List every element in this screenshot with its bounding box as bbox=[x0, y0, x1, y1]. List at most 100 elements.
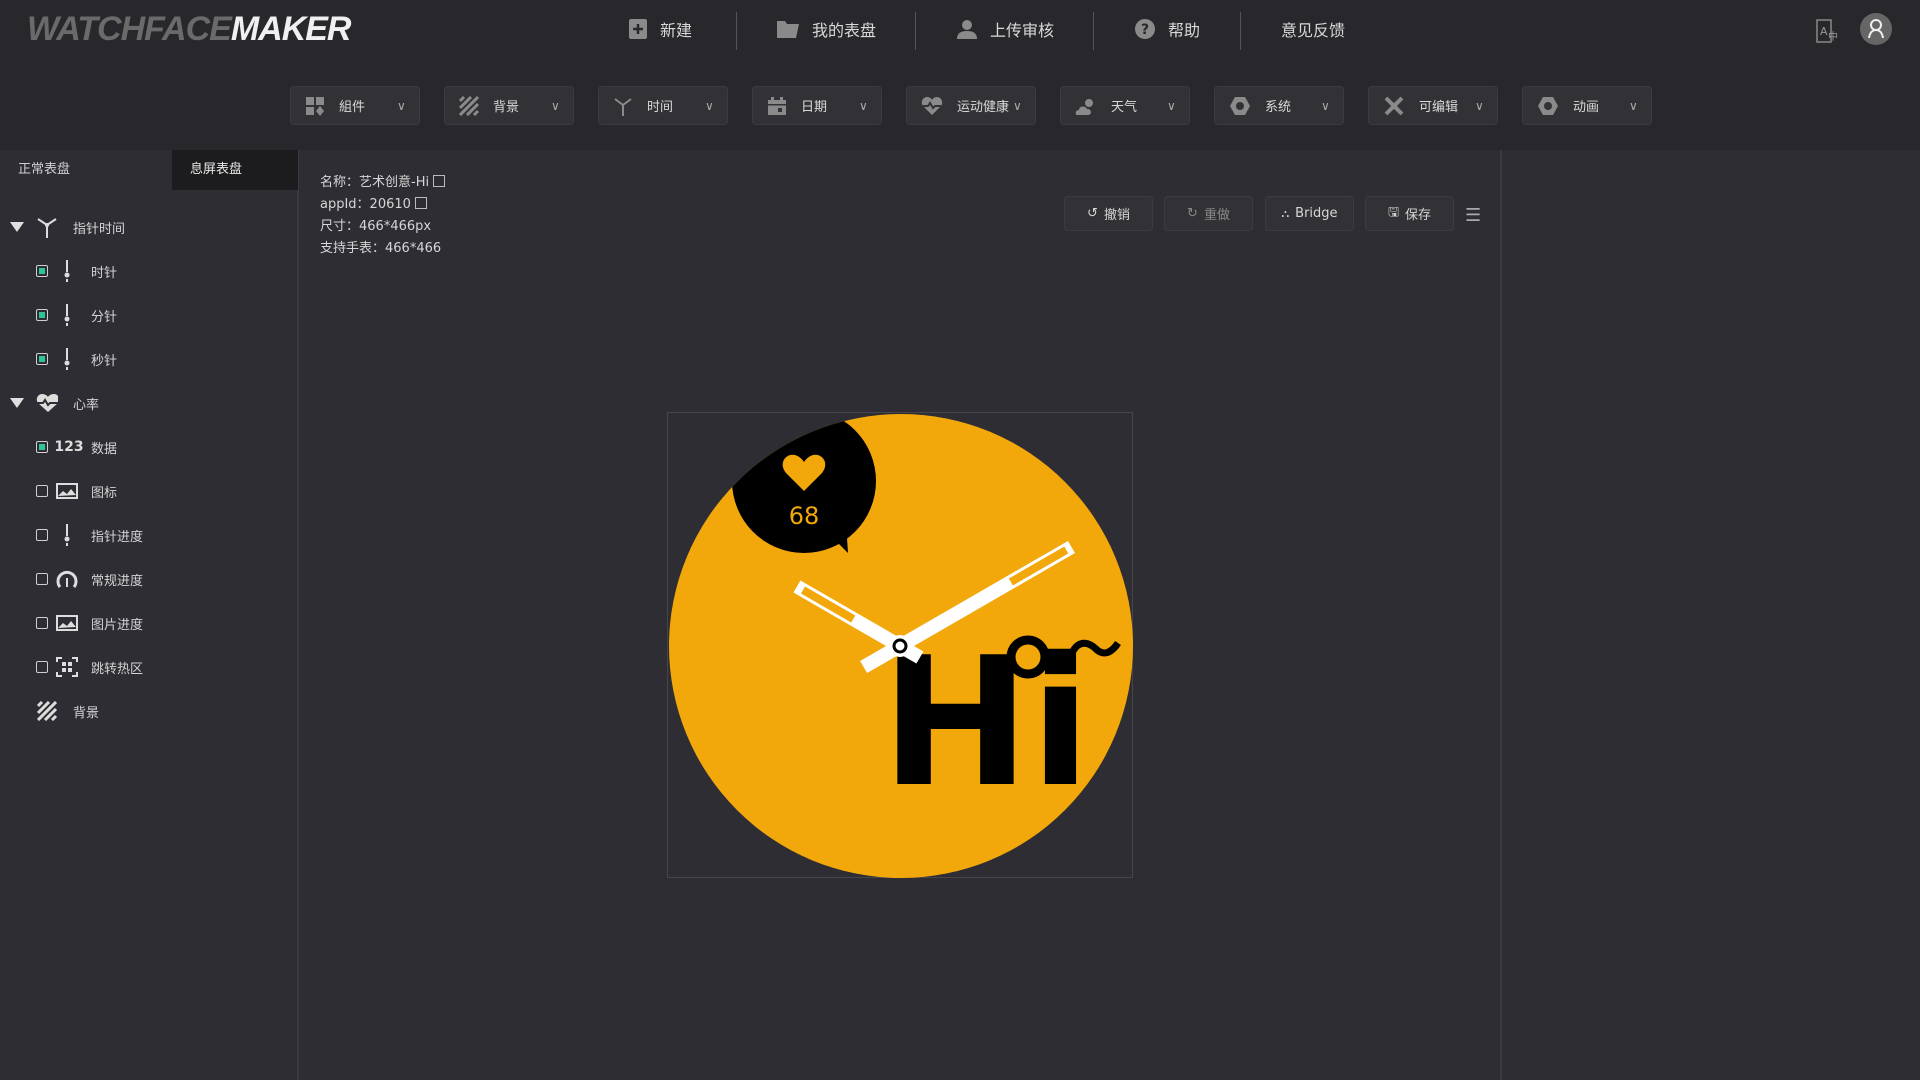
tools-icon bbox=[1384, 96, 1404, 115]
toolbar-background[interactable]: 背景 ∨ bbox=[444, 86, 574, 125]
tree-item-regular-progress[interactable]: 常规进度 bbox=[0, 564, 290, 594]
edit-icon[interactable] bbox=[433, 175, 446, 187]
toolbar-editable[interactable]: 可编辑 ∨ bbox=[1368, 86, 1498, 125]
checkbox[interactable] bbox=[36, 485, 48, 497]
hex-icon bbox=[1538, 96, 1558, 115]
save-icon: 🖫 bbox=[1387, 204, 1400, 220]
tree-item-second-hand[interactable]: 秒针 bbox=[0, 344, 290, 374]
bridge-button[interactable]: ⛬ Bridge bbox=[1265, 196, 1354, 231]
svg-text:?: ? bbox=[1141, 22, 1149, 38]
toolbar-date[interactable]: 日期 ∨ bbox=[752, 86, 882, 125]
center-pin bbox=[889, 635, 911, 657]
checkbox[interactable] bbox=[36, 661, 48, 673]
background-icon bbox=[459, 95, 479, 116]
undo-icon: ↺ bbox=[1087, 206, 1098, 221]
checkbox[interactable] bbox=[36, 573, 48, 585]
undo-button[interactable]: ↺ 撤销 bbox=[1064, 196, 1153, 231]
nav-upload-review[interactable]: 上传审核 bbox=[956, 16, 1054, 42]
toolbar-weather[interactable]: 天气 ∨ bbox=[1060, 86, 1190, 125]
save-button[interactable]: 🖫 保存 bbox=[1365, 196, 1454, 231]
tree-group-background[interactable]: 背景 bbox=[0, 696, 290, 726]
folder-icon bbox=[777, 21, 799, 38]
app-id: appId：20610 bbox=[320, 193, 428, 212]
tree-item-icon[interactable]: 图标 bbox=[0, 476, 290, 506]
watch-preview: 68 Hi bbox=[667, 412, 1133, 878]
toolbar-animation[interactable]: 动画 ∨ bbox=[1522, 86, 1652, 125]
checkbox[interactable] bbox=[36, 353, 48, 365]
chevron-down-icon: ∨ bbox=[1321, 98, 1330, 113]
chevron-down-icon: ∨ bbox=[397, 98, 406, 113]
toolbar-time[interactable]: 时间 ∨ bbox=[598, 86, 728, 125]
gauge-icon bbox=[56, 568, 78, 590]
chevron-down-icon: ∨ bbox=[1475, 98, 1484, 113]
expand-triangle-icon[interactable] bbox=[10, 222, 24, 232]
top-header: WATCHFACEMAKER 新建 我的表盘 上传审核 ? 帮助 意见反馈 A中 bbox=[0, 0, 1920, 150]
hand-icon bbox=[56, 304, 78, 326]
language-icon[interactable]: A中 bbox=[1815, 18, 1841, 48]
tree-item-data[interactable]: 123 数据 bbox=[0, 432, 290, 462]
nav-help[interactable]: ? 帮助 bbox=[1134, 16, 1200, 42]
tab-normal-face[interactable]: 正常表盘 bbox=[0, 150, 172, 190]
nav-new[interactable]: 新建 bbox=[628, 16, 692, 42]
widgets-icon bbox=[306, 96, 324, 116]
tree-group-pointer-time[interactable]: 指针时间 bbox=[0, 212, 290, 242]
image-icon bbox=[56, 480, 78, 502]
app-logo: WATCHFACEMAKER bbox=[27, 10, 351, 48]
hand-icon bbox=[56, 524, 78, 546]
tree-item-hotspot[interactable]: 跳转热区 bbox=[0, 652, 290, 682]
menu-icon[interactable]: ☰ bbox=[1465, 205, 1481, 226]
heart-rate-icon bbox=[36, 392, 58, 414]
checkbox[interactable] bbox=[36, 617, 48, 629]
heart-rate-value: 68 bbox=[789, 502, 820, 530]
weather-icon bbox=[1075, 98, 1093, 115]
share-nodes-icon: ⛬ bbox=[1281, 206, 1290, 220]
svg-text:中: 中 bbox=[1828, 30, 1838, 43]
redo-icon: ↻ bbox=[1187, 206, 1198, 221]
tree-item-minute-hand[interactable]: 分针 bbox=[0, 300, 290, 330]
tree-item-image-progress[interactable]: 图片进度 bbox=[0, 608, 290, 638]
toolbar-health[interactable]: 运动健康 ∨ bbox=[906, 86, 1036, 125]
redo-button[interactable]: ↻ 重做 bbox=[1164, 196, 1253, 231]
help-icon: ? bbox=[1135, 19, 1155, 39]
background-icon bbox=[36, 700, 58, 722]
checkbox[interactable] bbox=[36, 265, 48, 277]
calendar-icon bbox=[768, 96, 786, 115]
supported-watch: 支持手表：466*466 bbox=[320, 241, 442, 256]
face-name: 名称：艺术创意-Hi bbox=[320, 171, 446, 190]
tree-group-heart-rate[interactable]: 心率 bbox=[0, 388, 290, 418]
toolbar-widgets[interactable]: 組件 ∨ bbox=[290, 86, 420, 125]
clock-hands-icon bbox=[36, 216, 58, 238]
tree-item-pointer-progress[interactable]: 指针进度 bbox=[0, 520, 290, 550]
i-dot bbox=[1006, 635, 1050, 679]
number-icon: 123 bbox=[54, 439, 84, 455]
tree-item-hour-hand[interactable]: 时针 bbox=[0, 256, 290, 286]
heart-rate-icon bbox=[921, 96, 943, 115]
expand-triangle-icon[interactable] bbox=[10, 398, 24, 408]
nav-my-faces[interactable]: 我的表盘 bbox=[776, 16, 876, 42]
user-avatar[interactable] bbox=[1860, 13, 1892, 45]
clock-hands-icon bbox=[614, 97, 632, 116]
toolbar-system[interactable]: 系统 ∨ bbox=[1214, 86, 1344, 125]
chevron-down-icon: ∨ bbox=[1167, 98, 1176, 113]
checkbox[interactable] bbox=[36, 309, 48, 321]
tab-aod-face[interactable]: 息屏表盘 bbox=[172, 150, 298, 190]
nav-divider bbox=[736, 12, 737, 50]
nav-divider bbox=[1093, 12, 1094, 50]
hotspot-icon bbox=[56, 656, 78, 678]
panel-divider bbox=[1500, 150, 1502, 1080]
nav-divider bbox=[1240, 12, 1241, 50]
hand-icon bbox=[56, 260, 78, 282]
hex-icon bbox=[1230, 96, 1250, 115]
face-size: 尺寸：466*466px bbox=[320, 219, 432, 234]
nav-divider bbox=[915, 12, 916, 50]
user-icon bbox=[957, 20, 977, 39]
checkbox[interactable] bbox=[36, 441, 48, 453]
layer-panel: 正常表盘 息屏表盘 指针时间 时针 分针 秒针 心率 123 数据 图标 指针进度… bbox=[0, 150, 299, 1080]
chevron-down-icon: ∨ bbox=[859, 98, 868, 113]
checkbox[interactable] bbox=[36, 529, 48, 541]
nav-feedback[interactable]: 意见反馈 bbox=[1281, 16, 1345, 42]
plus-file-icon bbox=[629, 19, 647, 39]
edit-icon[interactable] bbox=[415, 197, 428, 209]
chevron-down-icon: ∨ bbox=[1629, 98, 1638, 113]
image-icon bbox=[56, 612, 78, 634]
